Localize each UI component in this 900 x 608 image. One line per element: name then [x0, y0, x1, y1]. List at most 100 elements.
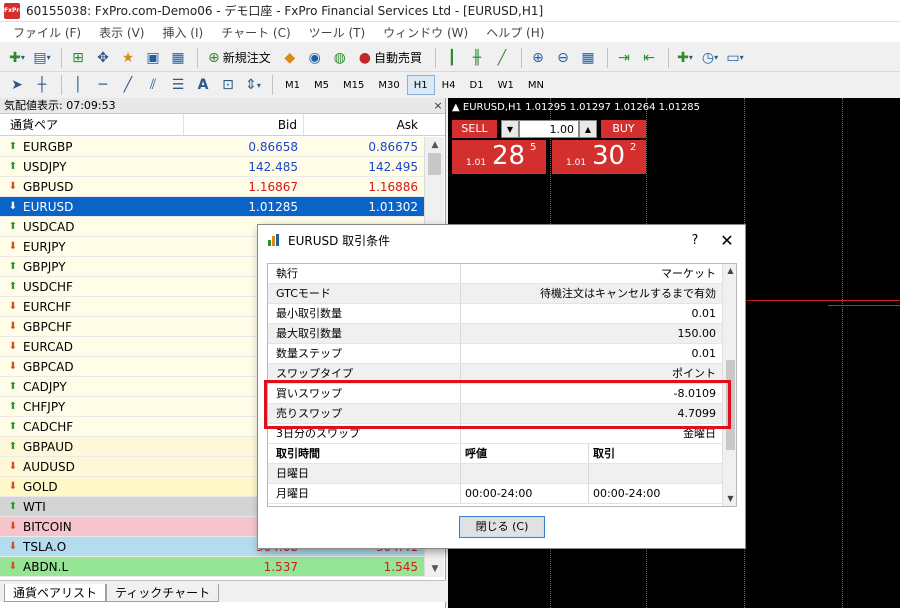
timeframe-d1[interactable]: D1 [463, 75, 491, 95]
meta-editor-button[interactable]: ◆ [279, 47, 301, 69]
zoom-out-icon: ⊖ [557, 49, 569, 66]
timeframe-m5[interactable]: M5 [307, 75, 336, 95]
menu-insert[interactable]: 挿入 (I) [153, 24, 212, 41]
bar-chart-button[interactable]: ┃ [441, 47, 463, 69]
tile-windows-button[interactable]: ▦ [577, 47, 599, 69]
chevron-down-icon: ▾ [20, 53, 25, 62]
new-order-label: 新規注文 [222, 51, 271, 65]
buy-price-button[interactable]: 1.01 30 2 [552, 140, 646, 174]
trendline-tool[interactable]: ╱ [117, 74, 139, 96]
line-chart-button[interactable]: ╱ [491, 47, 513, 69]
chart-shift-button[interactable]: ⇤ [638, 47, 660, 69]
menu-window[interactable]: ウィンドウ (W) [374, 24, 477, 41]
market-watch-row[interactable]: ⬇ EURUSD 1.01285 1.01302 [0, 197, 424, 217]
help-icon[interactable]: ? [681, 233, 709, 248]
symbol-name: EURCAD [23, 339, 73, 354]
tester-button[interactable]: ▦ [167, 47, 189, 69]
menu-file[interactable]: ファイル (F) [4, 24, 90, 41]
buy-button[interactable]: BUY [601, 120, 646, 138]
scroll-down-icon[interactable]: ▼ [425, 561, 445, 577]
scrollbar-thumb[interactable] [428, 153, 441, 175]
symbol-cell: ⬇ AUDUSD [0, 460, 184, 474]
auto-scroll-button[interactable]: ⇥ [613, 47, 635, 69]
text-label-tool[interactable]: ⊡ [217, 74, 239, 96]
lot-increase-button[interactable]: ▲ [579, 120, 597, 138]
symbol-name: GBPUSD [23, 179, 74, 194]
arrow-down-icon: ⬇ [8, 241, 18, 252]
column-bid[interactable]: Bid [184, 114, 304, 135]
arrow-down-icon: ⬇ [8, 301, 18, 312]
market-watch-button[interactable]: ⊞ [67, 47, 89, 69]
scroll-up-icon[interactable]: ▲ [425, 137, 445, 153]
editor-icon: ◆ [284, 49, 296, 66]
column-ask[interactable]: Ask [304, 114, 424, 135]
specification-list: 執行 マーケット GTCモード 待機注文はキャンセルするまで有効 最小取引数量 0.01 最… [267, 263, 737, 507]
new-chart-button[interactable]: ✚ ▾ [6, 47, 28, 69]
close-icon[interactable]: × [431, 98, 445, 113]
auto-trading-button[interactable]: ● 自動売買 [354, 47, 427, 69]
sell-button[interactable]: SELL [452, 120, 497, 138]
spec-value: 0.01 [691, 347, 717, 360]
signals-button[interactable]: ◍ [329, 47, 351, 69]
horizontal-line-tool[interactable]: ─ [92, 74, 114, 96]
close-icon[interactable]: ✕ [709, 231, 745, 250]
vertical-line-tool[interactable]: │ [67, 74, 89, 96]
zoom-in-button[interactable]: ⊕ [527, 47, 549, 69]
candle-chart-button[interactable]: ╫ [466, 47, 488, 69]
spec-label: 売りスワップ [268, 404, 461, 423]
lot-size-input[interactable] [519, 120, 579, 138]
symbol-name: EURUSD [23, 199, 74, 214]
periods-button[interactable]: ◷ ▾ [699, 47, 721, 69]
market-button[interactable]: ◉ [304, 47, 326, 69]
column-symbol[interactable]: 通貨ペア [0, 114, 184, 135]
menu-view[interactable]: 表示 (V) [90, 24, 153, 41]
templates-button[interactable]: ▭ ▾ [724, 47, 746, 69]
arrows-tool[interactable]: ⇕ ▾ [242, 74, 264, 96]
scroll-up-icon[interactable]: ▲ [723, 264, 736, 278]
symbol-cell: ⬇ GBPUSD [0, 180, 184, 194]
menu-bar: ファイル (F) 表示 (V) 挿入 (I) チャート (C) ツール (T) … [0, 22, 900, 42]
dialog-scrollbar[interactable]: ▲ ▼ [722, 264, 736, 506]
lot-decrease-button[interactable]: ▼ [501, 120, 519, 138]
tester-icon: ▦ [171, 49, 185, 66]
tab-tick-chart[interactable]: ティックチャート [106, 584, 220, 602]
navigator-button[interactable]: ★ [117, 47, 139, 69]
timeframe-m30[interactable]: M30 [371, 75, 406, 95]
text-tool[interactable]: A [192, 74, 214, 96]
menu-help[interactable]: ヘルプ (H) [477, 24, 553, 41]
data-window-button[interactable]: ✥ [92, 47, 114, 69]
timeframe-m1[interactable]: M1 [278, 75, 307, 95]
new-order-button[interactable]: ⊕ 新規注文 [203, 47, 276, 69]
market-watch-row[interactable]: ⬆ USDJPY 142.485 142.495 [0, 157, 424, 177]
tab-symbols[interactable]: 通貨ペアリスト [4, 584, 107, 602]
profiles-button[interactable]: ▤ ▾ [31, 47, 53, 69]
terminal-button[interactable]: ▣ [142, 47, 164, 69]
timeframe-w1[interactable]: W1 [491, 75, 521, 95]
market-watch-row[interactable]: ⬆ EURGBP 0.86658 0.86675 [0, 137, 424, 157]
one-click-trading-panel: SELL ▼ ▲ BUY 1.01 28 5 1.01 30 2 [452, 118, 646, 176]
hours-trade: 00:00-24:00 [593, 487, 661, 500]
timeframe-h4[interactable]: H4 [435, 75, 463, 95]
scroll-down-icon[interactable]: ▼ [723, 492, 736, 506]
indicators-button[interactable]: ✚ ▾ [674, 47, 696, 69]
market-watch-row[interactable]: ⬇ GBPUSD 1.16867 1.16886 [0, 177, 424, 197]
zoom-out-button[interactable]: ⊖ [552, 47, 574, 69]
chevron-down-icon: ▾ [688, 53, 693, 62]
crosshair-tool[interactable]: ┼ [31, 74, 53, 96]
crosshair-icon: ┼ [37, 77, 47, 93]
menu-tools[interactable]: ツール (T) [300, 24, 375, 41]
scrollbar-thumb[interactable] [726, 360, 735, 450]
market-watch-row[interactable]: ⬇ ABDN.L 1.537 1.545 [0, 557, 424, 577]
fibonacci-tool[interactable]: ☰ [167, 74, 189, 96]
symbol-cell: ⬆ USDJPY [0, 160, 184, 174]
dialog-close-button[interactable]: 閉じる (C) [459, 516, 545, 538]
menu-chart[interactable]: チャート (C) [212, 24, 299, 41]
cursor-tool[interactable]: ➤ [6, 74, 28, 96]
sell-price-button[interactable]: 1.01 28 5 [452, 140, 546, 174]
timeframe-m15[interactable]: M15 [336, 75, 371, 95]
timeframe-mn[interactable]: MN [521, 75, 551, 95]
market-watch-columns: 通貨ペア Bid Ask [0, 114, 445, 136]
timeframe-h1[interactable]: H1 [406, 75, 435, 95]
channel-tool[interactable]: ⫽ [142, 74, 164, 96]
dialog-title: EURUSD 取引条件 [288, 233, 391, 248]
